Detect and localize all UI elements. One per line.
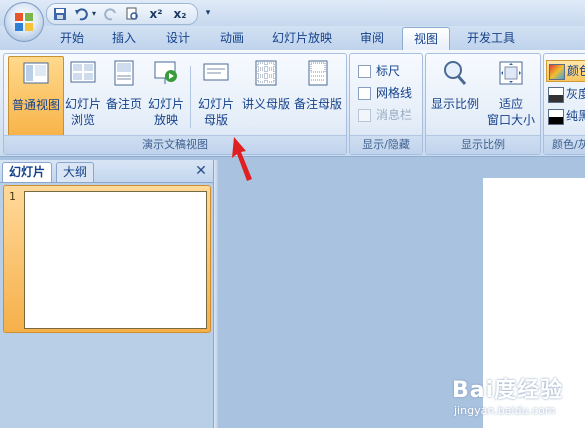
- ruler-checkbox[interactable]: 标尺: [358, 62, 418, 80]
- group-zoom: 显示比例 适应 窗口大小 显示比例: [425, 53, 541, 155]
- handout-master-button[interactable]: 讲义母版: [240, 56, 292, 134]
- slide-number: 1: [9, 190, 16, 203]
- gridlines-label: 网格线: [376, 86, 413, 100]
- tab-view[interactable]: 视图: [402, 27, 450, 51]
- undo-icon[interactable]: [73, 5, 89, 23]
- slide-master-label-2: 母版: [203, 113, 228, 127]
- annotation-arrow-icon: [232, 137, 252, 181]
- zoom-button[interactable]: 显示比例: [428, 56, 482, 134]
- office-logo-icon: [15, 13, 33, 31]
- slide-show-icon: [154, 61, 177, 84]
- tab-insert[interactable]: 插入: [102, 26, 146, 50]
- grayscale-swatch-icon: [548, 87, 564, 103]
- message-bar-checkbox: 消息栏: [358, 106, 418, 124]
- group-divider: [190, 66, 191, 128]
- tab-slides[interactable]: 幻灯片: [2, 162, 53, 182]
- ribbon: 普通视图 幻灯片 浏览 备注页 幻灯片 放映 幻灯片 母版 讲义母版 备注母版: [0, 50, 585, 157]
- pure-black-white-button[interactable]: 纯黑: [546, 106, 585, 126]
- group-show-hide: 标尺 网格线 消息栏 显示/隐藏: [349, 53, 423, 155]
- normal-view-icon: [23, 62, 49, 84]
- pure-black-white-label: 纯黑: [566, 109, 585, 123]
- tab-review[interactable]: 审阅: [350, 26, 394, 50]
- black-white-swatch-icon: [548, 109, 564, 125]
- handout-master-icon: [255, 60, 277, 86]
- grayscale-label: 灰度: [566, 87, 585, 101]
- notes-page-icon: [114, 60, 134, 86]
- slide-sorter-button[interactable]: 幻灯片 浏览: [64, 56, 102, 134]
- color-swatch-icon: [549, 64, 565, 80]
- watermark-logo: Bai度经验: [452, 378, 564, 403]
- slide-sorter-icon: [70, 61, 96, 83]
- slides-pane: 幻灯片 大纲 ✕ 1: [0, 160, 214, 428]
- group-color-grayscale: 颜色 灰度 纯黑 颜色/灰: [543, 53, 585, 155]
- group-presentation-views: 普通视图 幻灯片 浏览 备注页 幻灯片 放映 幻灯片 母版 讲义母版 备注母版: [3, 53, 347, 155]
- tab-design[interactable]: 设计: [156, 26, 200, 50]
- undo-dropdown-icon[interactable]: ▾: [89, 5, 99, 23]
- notes-page-button[interactable]: 备注页: [104, 56, 144, 134]
- normal-view-label: 普通视图: [11, 98, 60, 112]
- slide-sorter-label-1: 幻灯片: [64, 97, 101, 111]
- customize-qat-chevron-down-icon[interactable]: ▾: [202, 4, 214, 22]
- fit-to-window-icon: [499, 61, 523, 85]
- group-label-color: 颜色/灰: [544, 135, 585, 154]
- zoom-icon: [444, 61, 467, 85]
- redo-icon[interactable]: [103, 5, 119, 23]
- notes-master-icon: [308, 60, 328, 86]
- subscript-button[interactable]: x₂: [169, 5, 191, 23]
- color-label: 颜色: [567, 64, 585, 78]
- slide-master-label-1: 幻灯片: [197, 97, 234, 111]
- group-label-show-hide: 显示/隐藏: [350, 135, 422, 154]
- fit-to-window-label-1: 适应: [498, 97, 523, 111]
- watermark-url: jingyan.baidu.com: [454, 404, 556, 417]
- gridlines-checkbox-box[interactable]: [358, 87, 371, 100]
- message-bar-label: 消息栏: [376, 108, 413, 122]
- group-label-presentation-views: 演示文稿视图: [4, 135, 346, 154]
- close-pane-icon[interactable]: ✕: [193, 163, 209, 179]
- slide-show-label-1: 幻灯片: [147, 97, 184, 111]
- save-icon[interactable]: [51, 5, 69, 23]
- ruler-label: 标尺: [376, 64, 401, 78]
- tab-home[interactable]: 开始: [50, 26, 94, 50]
- zoom-label: 显示比例: [430, 97, 479, 111]
- group-label-zoom: 显示比例: [426, 135, 540, 154]
- notes-page-label: 备注页: [105, 97, 142, 111]
- slide-thumbnail-selected[interactable]: 1: [3, 185, 211, 333]
- slide-sorter-label-2: 浏览: [70, 113, 95, 127]
- notes-master-label: 备注母版: [293, 97, 342, 111]
- ribbon-tabs: 开始 插入 设计 动画 幻灯片放映 审阅 视图 开发工具: [0, 26, 585, 51]
- pane-tabs: 幻灯片 大纲 ✕: [0, 160, 213, 183]
- print-preview-icon[interactable]: [123, 5, 141, 23]
- tab-developer[interactable]: 开发工具: [458, 26, 524, 50]
- office-button[interactable]: [4, 2, 44, 42]
- slide-master-icon: [203, 63, 229, 81]
- slide-show-button[interactable]: 幻灯片 放映: [146, 56, 186, 134]
- slide-show-label-2: 放映: [153, 113, 178, 127]
- ruler-checkbox-box[interactable]: [358, 65, 371, 78]
- superscript-button[interactable]: x²: [145, 5, 167, 23]
- quick-access-toolbar: ▾ x² x₂: [46, 3, 198, 25]
- fit-to-window-button[interactable]: 适应 窗口大小: [484, 56, 538, 134]
- handout-master-label: 讲义母版: [241, 97, 290, 111]
- slide-master-button[interactable]: 幻灯片 母版: [194, 56, 238, 134]
- watermark: Bai度经验 jingyan.baidu.com: [452, 372, 582, 424]
- slide-thumbnail[interactable]: [24, 191, 207, 329]
- fit-to-window-label-2: 窗口大小: [486, 113, 535, 127]
- tab-slide-show[interactable]: 幻灯片放映: [262, 26, 342, 50]
- message-bar-checkbox-box: [358, 109, 371, 122]
- tab-animations[interactable]: 动画: [210, 26, 254, 50]
- gridlines-checkbox[interactable]: 网格线: [358, 84, 418, 102]
- notes-master-button[interactable]: 备注母版: [292, 56, 344, 134]
- color-button[interactable]: 颜色: [546, 60, 585, 82]
- tab-outline[interactable]: 大纲: [56, 162, 95, 182]
- grayscale-button[interactable]: 灰度: [546, 84, 585, 104]
- normal-view-button[interactable]: 普通视图: [8, 56, 64, 136]
